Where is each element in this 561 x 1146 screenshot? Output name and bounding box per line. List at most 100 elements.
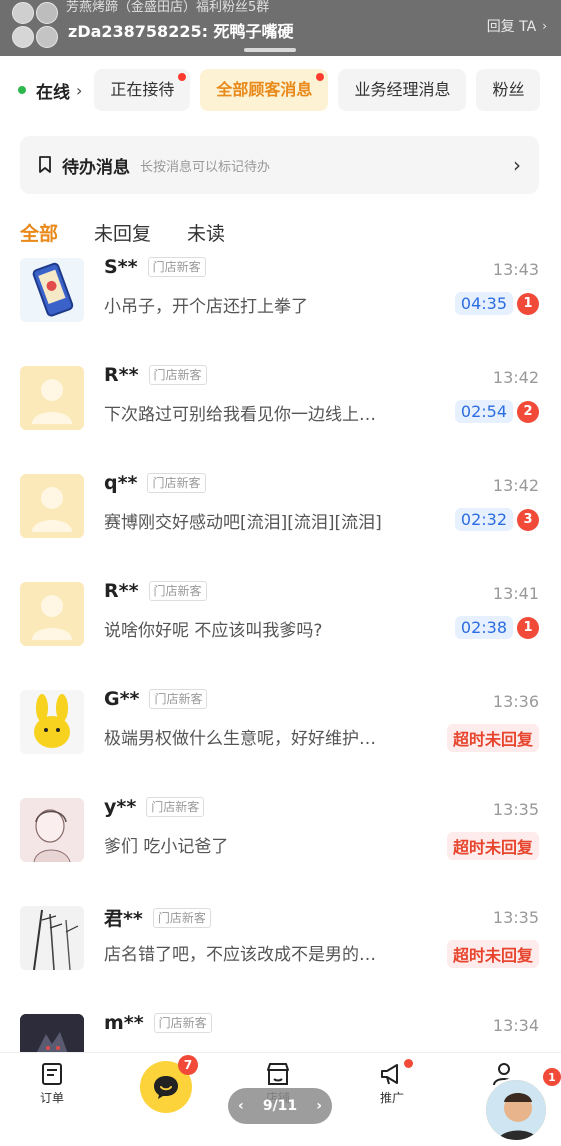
message-preview: 赛博刚交好感动吧[流泪][流泪][流泪] [104,513,382,533]
unread-badge: 3 [517,508,539,531]
message-preview: 说啥你好呢 不应该叫我爹吗? [104,621,323,641]
filter-unread[interactable]: 未读 [187,219,225,246]
conversation-name: S** 门店新客 [104,256,206,278]
new-customer-tag: 门店新客 [146,797,205,817]
category-tabs: 在线 › 正在接待 全部顾客消息 业务经理消息 粉丝 [0,62,561,118]
conversation-status: 02:54 2 [454,400,539,423]
conversation-item[interactable]: m** 门店新客 13:34 [0,1008,561,1052]
chevron-right-icon[interactable]: › [316,1098,322,1114]
nav-orders[interactable]: 订单 [12,1061,92,1106]
response-timer: 02:38 [454,616,513,639]
group-avatar-tile [12,2,34,24]
reply-button[interactable]: 回复 TA › [487,16,547,36]
conversation-item[interactable]: 君** 门店新客 13:35 店名错了吧，不应该改成不是男的… 超时未回复 [0,900,561,1008]
user-avatar [20,366,84,430]
message-preview: 小吊子，开个店还打上拳了 [104,297,308,317]
tab-business-manager[interactable]: 业务经理消息 [338,69,467,111]
message-filters: 全部 未回复 未读 [20,216,261,248]
conversation-status: 超时未回复 [446,724,539,752]
notification-banner[interactable]: 芳燕烤蹄（金盛田店）福利粉丝5群 zDa238758225: 死鸭子嘴硬 回复 … [0,0,561,56]
chat-bubble-icon [154,1076,178,1099]
assistant-avatar[interactable] [484,1078,548,1142]
conversation-status: 02:38 1 [454,616,539,639]
conversation-name: R** 门店新客 [104,580,207,602]
tab-label: 全部顾客消息 [216,80,313,99]
overdue-badge: 超时未回复 [446,724,539,752]
nav-messages-button[interactable]: 7 [140,1055,198,1113]
bookmark-icon [39,156,51,173]
message-time: 13:35 [492,908,539,927]
message-preview: 极端男权做什么生意呢，好好维护… [104,729,376,749]
tab-label: 正在接待 [110,80,175,99]
user-avatar [20,906,84,970]
conversation-item[interactable]: R** 门店新客 13:42 下次路过可别给我看见你一边线上… 02:54 2 [0,360,561,468]
unread-badge: 1 [517,292,539,315]
group-avatar-tile [36,26,58,48]
conversation-status: 02:32 3 [454,508,539,531]
drag-handle[interactable] [244,48,296,52]
orders-icon [42,1063,62,1085]
nav-orders-label: 订单 [39,1091,64,1105]
notification-group-name: 芳燕烤蹄（金盛田店）福利粉丝5群 [66,0,270,15]
group-avatar-tile [12,26,34,48]
tab-fans[interactable]: 粉丝 [476,69,541,111]
conversation-item[interactable]: G** 门店新客 13:36 极端男权做什么生意呢，好好维护… 超时未回复 [0,684,561,792]
tab-label: 粉丝 [492,80,525,99]
chevron-left-icon[interactable]: ‹ [238,1098,244,1114]
customer-name: G** [104,688,140,710]
customer-name: 君** [104,908,143,930]
message-time: 13:35 [492,800,539,819]
user-avatar [20,258,84,322]
conversation-item[interactable]: y** 门店新客 13:35 爹们 吃小记爸了 超时未回复 [0,792,561,900]
dark-creature-icon [20,1014,84,1052]
user-avatar [20,798,84,862]
message-preview: 爹们 吃小记爸了 [104,837,229,857]
chevron-right-icon: › [76,80,83,100]
unread-badge: 2 [517,400,539,423]
assistant-badge: 1 [543,1068,561,1086]
yellow-rabbit-icon [20,690,84,754]
overdue-badge: 超时未回复 [446,940,539,968]
user-avatar [20,582,84,646]
red-dot-icon [178,73,187,81]
customer-name: q** [104,472,138,494]
red-dot-icon [316,73,325,81]
conversation-item[interactable]: R** 门店新客 13:41 说啥你好呢 不应该叫我爹吗? 02:38 1 [0,576,561,684]
conversation-item[interactable]: q** 门店新客 13:42 赛博刚交好感动吧[流泪][流泪][流泪] 02:3… [0,468,561,576]
reply-label: 回复 TA [486,19,537,35]
default-user-icon [32,487,72,532]
customer-name: m** [104,1012,144,1034]
new-customer-tag: 门店新客 [147,473,206,493]
filter-all[interactable]: 全部 [20,219,58,246]
page-indicator[interactable]: ‹ 9/11 › [228,1088,332,1124]
conversation-name: R** 门店新客 [104,364,207,386]
message-time: 13:41 [492,584,539,603]
phone-sticker-icon [20,258,84,322]
tab-receiving[interactable]: 正在接待 [94,69,191,111]
user-avatar [20,1014,84,1052]
pending-messages-card[interactable]: 待办消息 长按消息可以标记待办 › [20,136,539,194]
nav-promotion[interactable]: 推广 [352,1059,432,1106]
sketch-portrait-icon [20,798,84,862]
conversation-status: 超时未回复 [446,832,539,860]
overdue-badge: 超时未回复 [446,832,539,860]
filter-unreplied[interactable]: 未回复 [94,219,151,246]
message-time: 13:36 [492,692,539,711]
message-time: 13:34 [492,1016,539,1035]
tab-all-customer-messages[interactable]: 全部顾客消息 [200,69,329,111]
conversation-name: G** 门店新客 [104,688,208,710]
notification-message: zDa238758225: 死鸭子嘴硬 [68,22,294,41]
new-customer-tag: 门店新客 [152,907,211,928]
new-customer-tag: 门店新客 [147,257,206,277]
pending-title: 待办消息 [62,157,130,178]
new-customer-tag: 门店新客 [149,689,208,709]
new-customer-tag: 门店新客 [148,581,207,601]
customer-name: y** [104,796,137,818]
default-user-icon [32,595,72,640]
user-avatar [20,474,84,538]
conversation-name: q** 门店新客 [104,472,206,494]
conversation-item[interactable]: S** 门店新客 13:43 小吊子，开个店还打上拳了 04:35 1 [0,252,561,360]
online-status-toggle[interactable]: 在线 › [0,78,82,103]
tab-label: 业务经理消息 [354,80,451,99]
customer-name: S** [104,256,138,278]
